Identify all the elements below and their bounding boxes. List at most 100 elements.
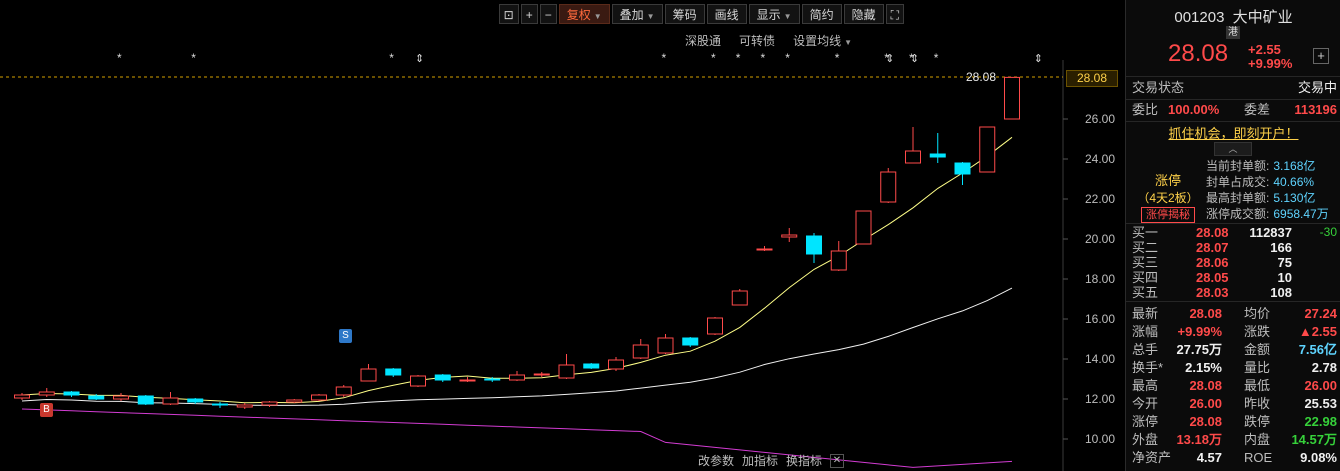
- bid-price: 28.03: [1196, 285, 1229, 300]
- y-tick-label: 26.00: [1085, 112, 1115, 126]
- stat-value: 2.15%: [1185, 360, 1222, 375]
- hide-button[interactable]: 隐藏: [843, 4, 884, 24]
- bid-volume: 108: [1270, 285, 1292, 300]
- fuquan-button[interactable]: 复权 ▼: [558, 4, 610, 24]
- sell-marker[interactable]: S: [339, 329, 352, 343]
- stat-row: 涨幅 +9.99% 涨跌 ▲2.55: [1132, 323, 1337, 341]
- seal-row: 当前封单额: 3.168亿: [1206, 158, 1329, 174]
- bid-row[interactable]: 买五 28.03 108: [1132, 285, 1337, 300]
- bid-row[interactable]: 买一 28.08 112837 -30: [1132, 225, 1337, 240]
- stat-label: ROE: [1244, 450, 1273, 465]
- simple-button[interactable]: 简约: [801, 4, 842, 24]
- draw-line-button[interactable]: 画线: [706, 4, 747, 24]
- y-tick-label: 24.00: [1085, 152, 1115, 166]
- buy-marker[interactable]: B: [40, 403, 53, 417]
- candle-body: [63, 391, 80, 396]
- weicha-label: 委差: [1244, 102, 1271, 117]
- chevron-down-icon: ▼: [646, 12, 655, 21]
- candle-body: [137, 395, 154, 405]
- stat-row: 外盘 13.18万 内盘 14.57万: [1132, 431, 1337, 449]
- bid-row[interactable]: 买四 28.05 10: [1132, 270, 1337, 285]
- stock-change: +2.55: [1248, 42, 1281, 57]
- stat-value: 9.08%: [1300, 450, 1337, 465]
- stat-label: 内盘: [1244, 432, 1271, 447]
- candles: [14, 76, 1020, 409]
- candle-body: [855, 210, 872, 245]
- event-markers: * * * * * * * * * * * *⇕ ⇕ ⇕ ⇕: [117, 51, 1043, 65]
- candle-body: [459, 379, 476, 382]
- event-star-icon: *: [761, 51, 766, 65]
- stat-label: 今开: [1132, 396, 1159, 411]
- stat-row: 今开 26.00 昨收 25.53: [1132, 395, 1337, 413]
- overlay-button[interactable]: 叠加 ▼: [611, 4, 663, 24]
- chevron-down-icon: ▼: [593, 12, 602, 21]
- stat-value: 27.24: [1304, 306, 1337, 321]
- add-indicator-button[interactable]: 加指标: [742, 452, 778, 469]
- moving-averages: [21, 136, 1013, 468]
- chart-subtoolbar: 深股通 可转债 设置均线 ▼: [685, 32, 852, 49]
- candle-body: [558, 364, 575, 379]
- close-icon[interactable]: ✕: [830, 453, 844, 468]
- stat-label: 最低: [1244, 378, 1271, 393]
- limitup-reveal-button[interactable]: 涨停揭秘: [1141, 207, 1195, 223]
- stat-label: 换手*: [1132, 360, 1164, 375]
- bid-label: 买四: [1132, 270, 1159, 285]
- limitup-reveal-label: 涨停揭秘: [1146, 209, 1190, 221]
- chips-button[interactable]: 筹码: [664, 4, 705, 24]
- candle-body: [830, 250, 847, 271]
- zoom-in-icon[interactable]: +: [520, 4, 538, 24]
- bid-row[interactable]: 买二 28.07 166: [1132, 240, 1337, 255]
- stat-label: 跌停: [1244, 414, 1271, 429]
- event-star-icon: *: [389, 51, 394, 65]
- trade-status-value: 交易中: [1297, 80, 1337, 95]
- shengutong-link[interactable]: 深股通: [685, 32, 721, 49]
- candle-body: [682, 337, 699, 346]
- last-price-annotation: 28.08: [966, 70, 996, 84]
- event-star-icon: *: [191, 51, 196, 65]
- candle-body: [880, 171, 897, 203]
- candle-body: [979, 126, 996, 173]
- bid-volume: 10: [1277, 270, 1292, 285]
- add-watchlist-icon[interactable]: +: [1313, 48, 1329, 64]
- edit-params-button[interactable]: 改参数: [698, 452, 734, 469]
- y-tick-label: 22.00: [1085, 192, 1115, 206]
- event-star-icon: *: [835, 51, 840, 65]
- open-account-link[interactable]: 抓住机会，即刻开户！: [1126, 123, 1340, 142]
- set-ma-label: 设置均线: [793, 34, 842, 48]
- set-ma-link[interactable]: 设置均线 ▼: [793, 32, 852, 49]
- stat-value: 7.56亿: [1298, 342, 1337, 357]
- seal-row: 最高封单额: 5.130亿: [1206, 190, 1329, 206]
- display-label: 显示: [756, 8, 781, 22]
- indicator-bar: 改参数 加指标 换指标 ✕: [698, 452, 844, 469]
- stat-label: 最新: [1132, 306, 1159, 321]
- candle-body: [261, 401, 278, 406]
- switch-indicator-button[interactable]: 换指标: [786, 452, 822, 469]
- seal-label: 最高封单额:: [1206, 191, 1270, 205]
- current-price-tag: 28.08: [1066, 70, 1118, 87]
- candle-body: [286, 399, 303, 403]
- zoom-out-icon[interactable]: −: [539, 4, 557, 24]
- kline-chart-svg[interactable]: 26.00 24.00 22.00 20.00 18.00 16.00 14.00 12.00…: [0, 0, 1122, 471]
- stat-label: 最高: [1132, 378, 1159, 393]
- trade-status-row: 交易状态 交易中: [1132, 79, 1337, 97]
- candle-body: [731, 290, 748, 306]
- fullscreen-icon[interactable]: ⛶: [885, 4, 904, 24]
- stat-value: 26.00: [1189, 396, 1222, 411]
- trade-status-label: 交易状态: [1132, 80, 1185, 95]
- kline-chart[interactable]: 26.00 24.00 22.00 20.00 18.00 16.00 14.00 12.00…: [0, 0, 1122, 471]
- bid-row[interactable]: 买三 28.06 75: [1132, 255, 1337, 270]
- stat-label: 涨跌: [1244, 324, 1271, 339]
- display-button[interactable]: 显示 ▼: [748, 4, 800, 24]
- stat-value: ▲2.55: [1298, 324, 1337, 339]
- divider: [1126, 301, 1340, 302]
- candle-body: [509, 374, 525, 381]
- seal-value: 3.168亿: [1273, 159, 1316, 173]
- bid-label: 买五: [1132, 285, 1159, 300]
- divider: [1126, 223, 1340, 224]
- candle-body: [781, 234, 798, 238]
- collapse-chevron-icon[interactable]: ︿: [1214, 142, 1252, 156]
- convertible-bond-link[interactable]: 可转债: [739, 32, 775, 49]
- stat-value: 28.08: [1189, 306, 1222, 321]
- candle-body: [533, 373, 550, 376]
- lock-icon[interactable]: ⊡: [498, 4, 519, 24]
